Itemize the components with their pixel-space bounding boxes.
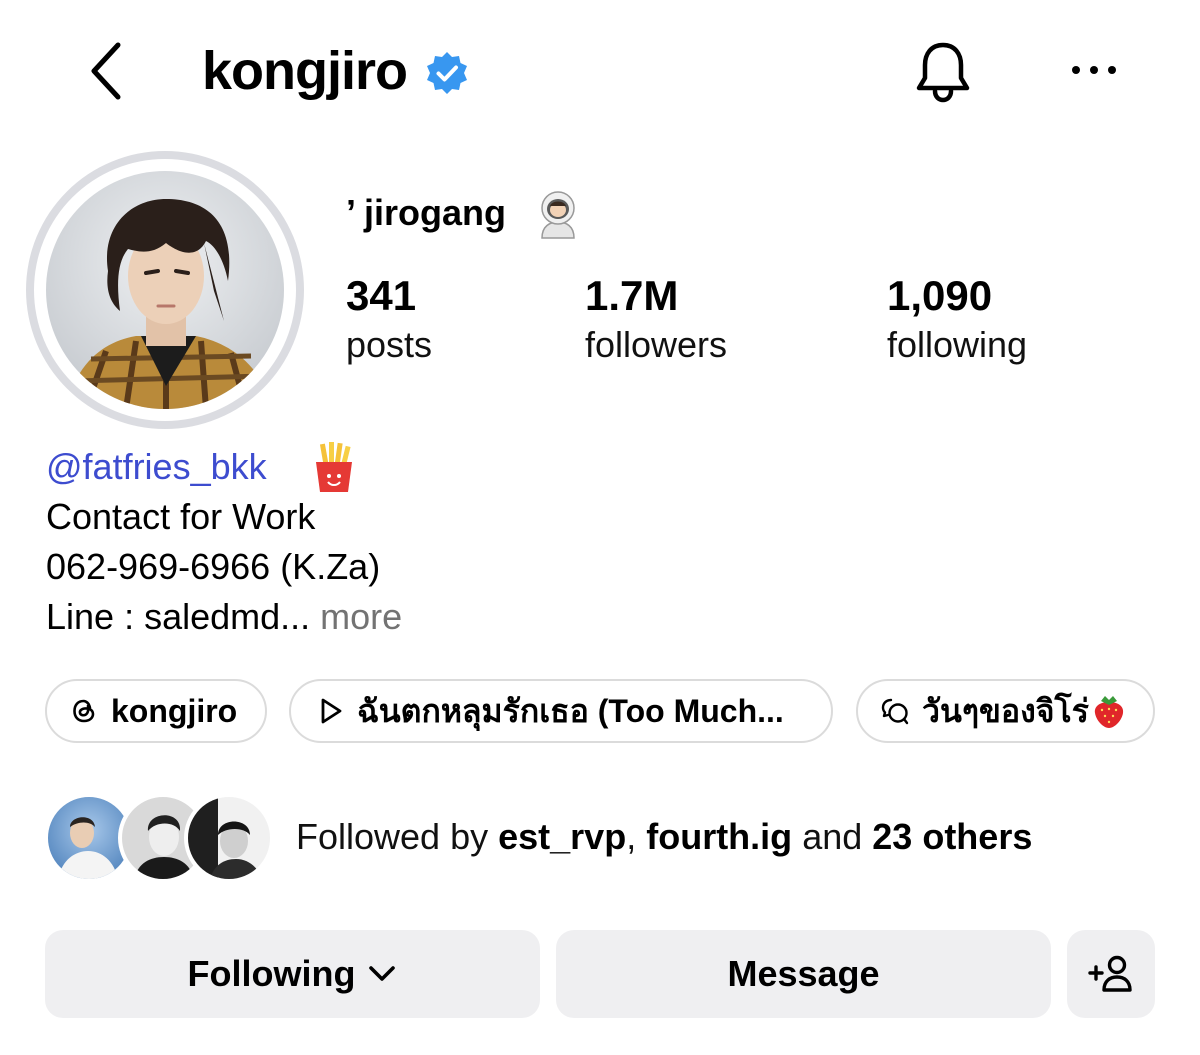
posts-label: posts — [346, 324, 433, 365]
mutual-others-count: 23 others — [872, 816, 1033, 857]
channel-chip-label: วันๆของจิโร่ — [922, 692, 1089, 729]
threads-icon — [73, 699, 95, 723]
bio-more-link[interactable]: more — [320, 596, 402, 637]
threads-chip[interactable]: kongjiro — [45, 679, 267, 743]
music-chip[interactable]: ฉันตกหลุมรักเธอ (Too Much... — [289, 679, 833, 743]
mutual-username: est_rvp — [498, 816, 627, 857]
verified-badge-icon — [424, 50, 470, 96]
followed-by-conjunction: and — [802, 816, 863, 857]
more-options-button[interactable] — [1064, 48, 1124, 92]
mutual-follower-avatar[interactable] — [184, 793, 274, 883]
french-fries-emoji-icon — [310, 440, 358, 494]
chevron-down-icon — [369, 966, 396, 981]
message-button[interactable]: Message — [556, 930, 1051, 1018]
notifications-button[interactable] — [910, 38, 976, 104]
bio-line-phone: 062-969-6966 (K.Za) — [46, 546, 381, 587]
bio-mention-line: @fatfries_bkk — [46, 442, 267, 492]
followers-stat[interactable]: 1.7M followers — [585, 270, 727, 368]
threads-chip-label: kongjiro — [111, 692, 238, 729]
chevron-left-icon — [91, 42, 121, 100]
channel-chat-icon — [881, 698, 909, 725]
followers-count: 1.7M — [585, 272, 679, 319]
following-count: 1,090 — [887, 272, 993, 319]
bio-line-line-id: Line : saledmd... more — [46, 592, 402, 642]
posts-stat[interactable]: 341 posts — [346, 270, 432, 368]
suggest-users-button[interactable] — [1067, 930, 1155, 1018]
following-stat[interactable]: 1,090 following — [887, 270, 1027, 368]
back-button[interactable] — [82, 38, 134, 104]
following-label: following — [887, 324, 1028, 365]
profile-avatar[interactable] — [46, 171, 284, 409]
astronaut-emoji-icon — [532, 188, 584, 240]
followed-by-text[interactable]: Followed by est_rvp, fourth.ig and 23 ot… — [296, 814, 1032, 860]
following-button-label: Following — [187, 953, 356, 994]
followed-by-prefix: Followed by — [296, 816, 489, 857]
bio-mention-link[interactable]: @fatfries_bkk — [46, 446, 267, 487]
message-button-label: Message — [727, 953, 880, 994]
bio-line-text: Line : saledmd... — [46, 596, 311, 637]
strawberry-emoji-icon — [1094, 696, 1124, 728]
play-icon — [321, 698, 342, 724]
bio-line-contact: Contact for Work — [46, 496, 316, 537]
profile-username-title: kongjiro — [202, 41, 408, 101]
channel-chip[interactable]: วันๆของจิโร่ — [856, 679, 1155, 743]
add-person-icon — [1088, 955, 1132, 992]
followers-label: followers — [585, 324, 728, 365]
music-chip-label: ฉันตกหลุมรักเธอ (Too Much... — [357, 692, 784, 729]
more-horizontal-icon — [1072, 66, 1116, 74]
bell-icon — [916, 42, 970, 103]
followed-by-separator: , — [626, 816, 637, 857]
posts-count: 341 — [346, 272, 417, 319]
following-button[interactable]: Following — [45, 930, 540, 1018]
mutual-username: fourth.ig — [646, 816, 793, 857]
display-name: ’ jirogang — [346, 192, 507, 233]
